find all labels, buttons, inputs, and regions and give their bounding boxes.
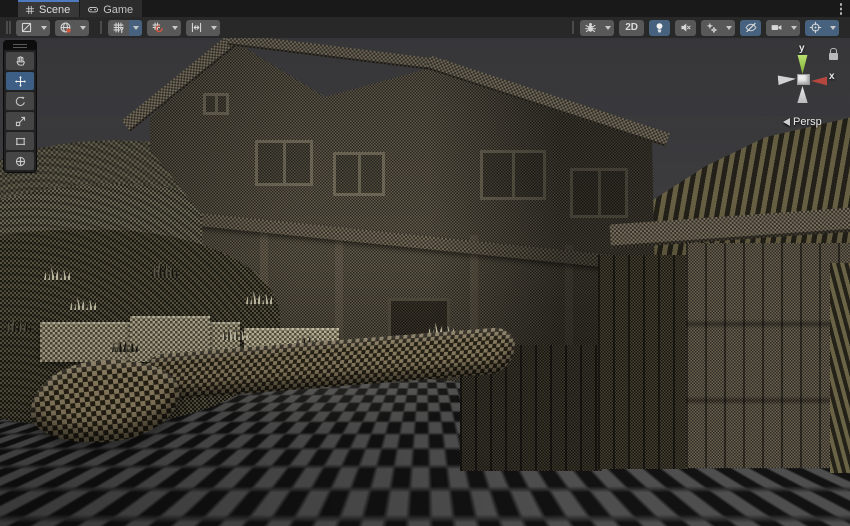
eye-hidden-icon [740,20,761,36]
rect-tool-button[interactable] [6,132,34,150]
toolbar-right-group: 2D [566,20,844,36]
house-window [333,152,385,196]
effects-star-icon [701,20,722,36]
hand-icon [14,55,27,68]
2d-label: 2D [625,22,638,33]
rotate-icon [14,95,27,108]
snap-magnet-icon [147,20,168,36]
axis-x-label: x [829,71,835,82]
grid-icon [25,5,35,15]
bug-icon [580,20,601,36]
unity-editor-window: Scene Game [0,0,850,526]
chevron-down-icon [722,20,735,36]
axis-y-label: y [799,43,805,54]
chevron-down-icon [207,20,220,36]
tab-game-label: Game [103,4,133,16]
toolbar-separator [572,21,574,34]
move-snap-icon [186,20,207,36]
move-icon [14,75,27,88]
toolbar-separator [100,21,102,34]
chevron-down-icon [168,20,181,36]
lock-icon[interactable] [829,53,838,60]
view-hand-tool-button[interactable] [6,52,34,70]
house-window [480,150,546,200]
dark-fence-right[interactable] [598,255,690,469]
debug-validation-dropdown[interactable] [580,20,614,36]
camera-settings-dropdown[interactable] [766,20,800,36]
kebab-menu-icon[interactable] [838,3,844,15]
tab-scene-label: Scene [39,4,70,16]
house-window [255,140,313,186]
effects-dropdown[interactable] [701,20,735,36]
globe-icon [55,20,76,36]
tab-scene[interactable]: Scene [18,0,79,17]
scene-visibility-toggle-button[interactable] [740,20,761,36]
grid-axis-y-icon [108,20,129,36]
toolbar-drag-handle[interactable] [6,21,11,34]
chevron-down-icon [76,20,89,36]
scale-tool-button[interactable] [6,112,34,130]
lightbulb-icon [649,20,670,36]
axis-x-cone[interactable] [811,76,827,86]
chevron-down-icon [601,20,614,36]
snap-settings-dropdown[interactable] [147,20,181,36]
axis-negative-cone[interactable] [778,73,797,86]
rotate-tool-button[interactable] [6,92,34,110]
scene-toolbar: 2D [0,17,850,38]
move-tool-button[interactable] [6,72,34,90]
gizmos-toggle-dropdown[interactable] [805,20,839,36]
axis-down-cone[interactable] [796,86,809,103]
lighting-toggle-button[interactable] [649,20,670,36]
grid-visibility-dropdown[interactable] [108,20,142,36]
scene-view-options-dropdown[interactable] [55,20,89,36]
tools-overlay [3,40,37,173]
chevron-down-icon [129,20,142,36]
house-window [570,168,628,218]
transform-tool-button[interactable] [6,152,34,170]
tab-bar: Scene Game [0,0,850,17]
persp-arrow-icon [783,118,790,126]
rect-icon [14,135,27,148]
draw-mode-dropdown[interactable] [16,20,50,36]
camera-icon [766,20,787,36]
scene-shed[interactable] [686,243,850,468]
gamepad-icon [87,4,99,15]
persp-text: Persp [793,116,822,128]
scale-icon [14,115,27,128]
gizmos-crosshair-icon [805,20,826,36]
shaded-mode-icon [16,20,37,36]
2d-toggle-button[interactable]: 2D [619,20,644,36]
chevron-down-icon [826,20,839,36]
gizmo-center-cube[interactable] [797,74,810,85]
house-attic-window [203,93,229,115]
projection-mode-label[interactable]: Persp [783,116,822,128]
audio-toggle-button[interactable] [675,20,696,36]
tools-drag-handle[interactable] [4,41,36,50]
terrain-strip-far-right [830,263,850,473]
chevron-down-icon [787,20,800,36]
axis-y-cone[interactable] [796,55,809,74]
chevron-down-icon [37,20,50,36]
audio-muted-icon [675,20,696,36]
scene-orientation-gizmo: y x Persp [770,43,850,143]
tab-game[interactable]: Game [80,0,142,17]
move-snap-dropdown[interactable] [186,20,220,36]
scene-viewport[interactable]: y x Persp [0,38,850,526]
transform-icon [14,155,27,168]
